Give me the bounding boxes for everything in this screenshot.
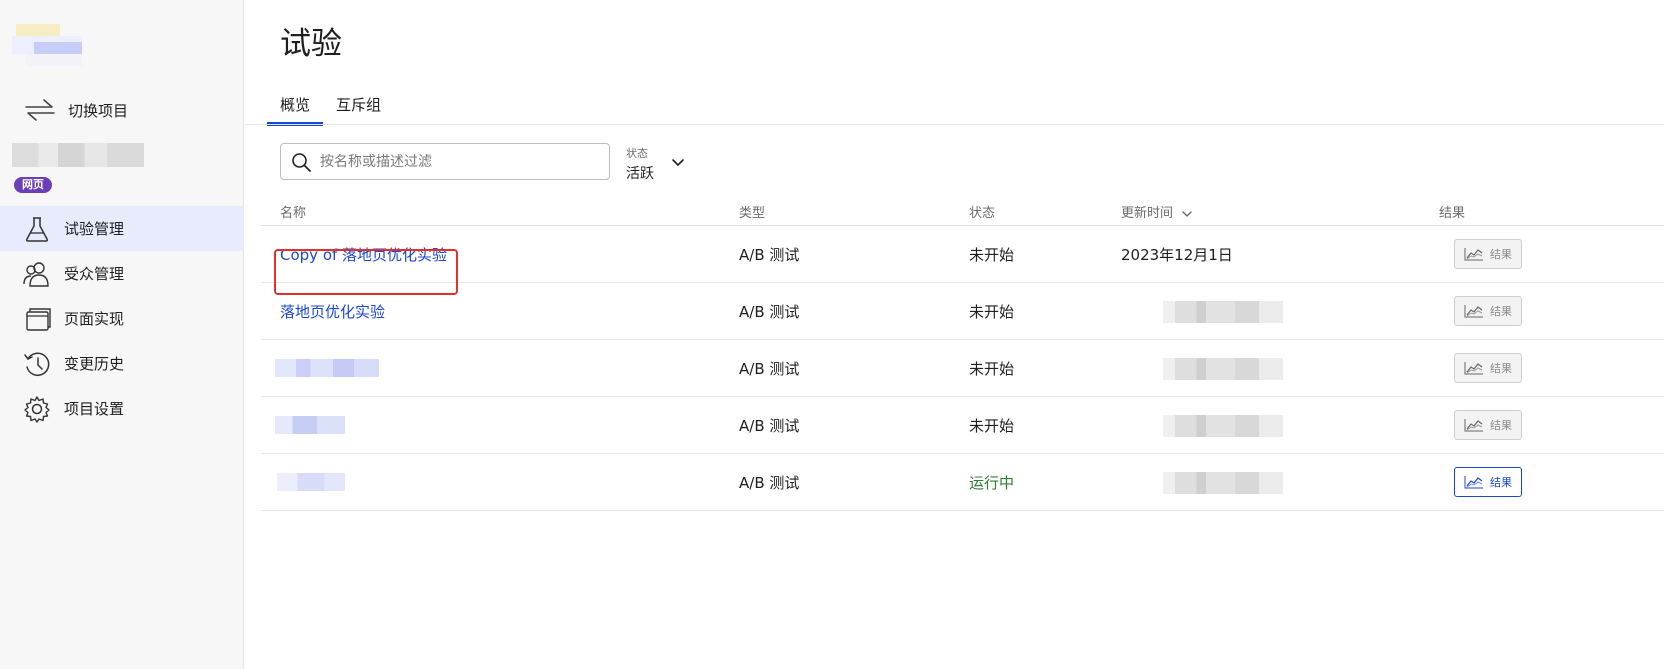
experiment-name-link[interactable]: 落地页优化实验	[280, 303, 385, 321]
experiment-type: A/B 测试	[739, 417, 800, 435]
sort-descending-icon	[1182, 210, 1192, 217]
sidebar-item-experiments[interactable]: 试验管理	[0, 206, 244, 251]
results-button-label: 结果	[1490, 362, 1512, 375]
experiment-type: A/B 测试	[739, 474, 800, 492]
results-button[interactable]: 结果	[1454, 296, 1522, 326]
status-filter-value: 活跃	[626, 166, 654, 182]
sidebar-item-settings[interactable]: 项目设置	[0, 386, 244, 431]
sidebar-item-audiences[interactable]: 受众管理	[0, 251, 244, 296]
table-row: A/B 测试 运行中 结果	[261, 454, 1664, 511]
experiment-status: 运行中	[969, 474, 1015, 492]
sidebar-item-pages[interactable]: 页面实现	[0, 296, 244, 341]
main-content: 试验 概览 互斥组 状态 活跃 名称 类型 状态 更新时间 结果 Copy of…	[245, 0, 1664, 669]
tab-bar: 概览 互斥组	[267, 88, 394, 126]
history-icon	[22, 349, 52, 379]
column-header-updated[interactable]: 更新时间	[1121, 202, 1193, 221]
chart-line-icon	[1464, 248, 1483, 261]
chevron-down-icon	[672, 159, 684, 166]
results-button-label: 结果	[1490, 305, 1512, 318]
pages-icon	[22, 304, 52, 334]
status-filter-label: 状态	[626, 147, 648, 160]
chart-line-icon	[1464, 305, 1483, 318]
results-button-label: 结果	[1490, 476, 1512, 489]
experiment-name-redacted[interactable]	[277, 473, 345, 491]
results-button[interactable]: 结果	[1454, 410, 1522, 440]
experiment-status: 未开始	[969, 417, 1015, 435]
experiment-updated-redacted	[1163, 415, 1283, 437]
table-row: A/B 测试 未开始 结果	[261, 397, 1664, 454]
experiment-updated: 2023年12月1日	[1121, 246, 1233, 264]
results-button[interactable]: 结果	[1454, 467, 1522, 497]
table-row: Copy of 落地页优化实验 A/B 测试 未开始 2023年12月1日 结果	[261, 226, 1664, 295]
column-header-updated-label: 更新时间	[1121, 206, 1174, 221]
column-header-results: 结果	[1439, 206, 1466, 221]
sidebar-item-label: 项目设置	[64, 400, 125, 418]
table-row: A/B 测试 未开始 结果	[261, 340, 1664, 397]
results-button[interactable]: 结果	[1454, 353, 1522, 383]
column-header-status[interactable]: 状态	[969, 202, 995, 221]
experiment-type: A/B 测试	[739, 303, 800, 321]
sidebar-nav: 试验管理 受众管理 页面实现 变更历史 项目设置	[0, 206, 244, 431]
gear-icon	[22, 394, 52, 424]
experiment-status: 未开始	[969, 303, 1015, 321]
results-button[interactable]: 结果	[1454, 239, 1522, 269]
sidebar-item-label: 页面实现	[64, 310, 125, 328]
sidebar-item-history[interactable]: 变更历史	[0, 341, 244, 386]
experiment-name-cell: 落地页优化实验	[280, 301, 385, 322]
tabs-divider	[245, 124, 1664, 125]
column-header-name[interactable]: 名称	[280, 202, 306, 221]
column-header-type[interactable]: 类型	[739, 202, 765, 221]
experiment-status: 未开始	[969, 360, 1015, 378]
chart-line-icon	[1464, 476, 1483, 489]
experiment-status: 未开始	[969, 246, 1015, 264]
chart-line-icon	[1464, 419, 1483, 432]
search-box	[280, 143, 610, 180]
results-button-label: 结果	[1490, 248, 1512, 261]
project-name	[12, 143, 144, 167]
page-title: 试验	[280, 26, 342, 62]
experiment-updated-redacted	[1163, 472, 1283, 494]
table-row: 落地页优化实验 A/B 测试 未开始 结果	[261, 283, 1664, 340]
platform-badge: 网页	[14, 177, 52, 193]
flask-icon	[22, 214, 52, 244]
switch-project-label: 切换项目	[68, 101, 129, 120]
sidebar: 切换项目 网页 试验管理 受众管理 页面实现 变更历史 项目设置	[0, 0, 244, 669]
experiment-name-cell: Copy of 落地页优化实验	[274, 244, 458, 295]
status-filter-dropdown[interactable]: 状态 活跃	[626, 145, 684, 183]
project-logo[interactable]	[12, 24, 86, 70]
experiment-name-redacted[interactable]	[275, 359, 379, 377]
switch-project-button[interactable]: 切换项目	[22, 96, 128, 124]
tab-exclusion-groups[interactable]: 互斥组	[323, 88, 394, 126]
chart-line-icon	[1464, 362, 1483, 375]
search-icon	[292, 152, 311, 172]
sidebar-item-label: 试验管理	[64, 220, 125, 238]
search-input[interactable]	[320, 153, 600, 170]
experiment-type: A/B 测试	[739, 246, 800, 264]
experiment-type: A/B 测试	[739, 360, 800, 378]
table-header: 名称 类型 状态 更新时间 结果	[261, 196, 1664, 226]
sidebar-item-label: 变更历史	[64, 355, 125, 373]
experiment-updated-redacted	[1163, 358, 1283, 380]
switch-arrows-icon	[25, 99, 55, 121]
tab-overview[interactable]: 概览	[267, 88, 324, 126]
users-icon	[22, 259, 52, 289]
experiment-updated-redacted	[1163, 301, 1283, 323]
experiment-name-link[interactable]: Copy of 落地页优化实验	[280, 246, 447, 264]
experiment-name-redacted[interactable]	[275, 416, 345, 434]
experiments-table: 名称 类型 状态 更新时间 结果 Copy of 落地页优化实验 A/B 测试 …	[261, 196, 1664, 511]
sidebar-item-label: 受众管理	[64, 265, 125, 283]
results-button-label: 结果	[1490, 419, 1512, 432]
